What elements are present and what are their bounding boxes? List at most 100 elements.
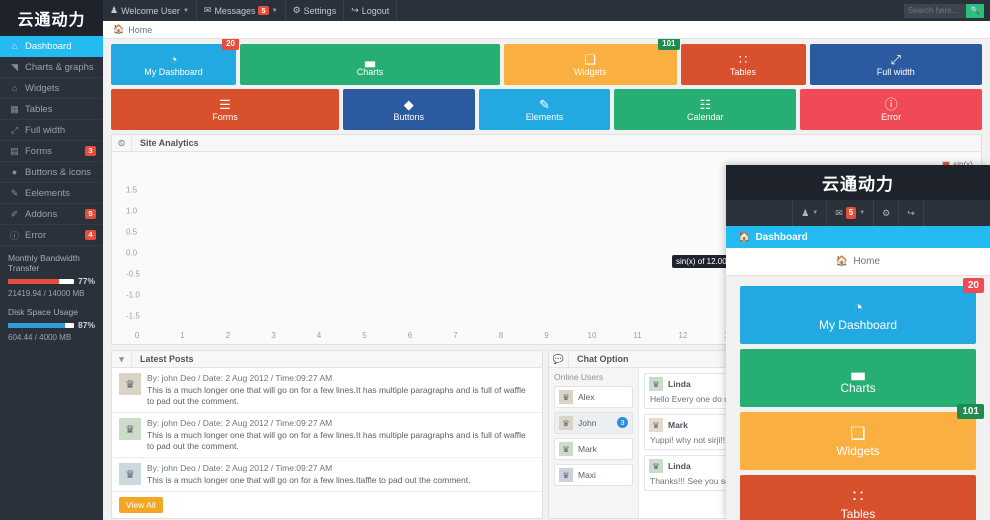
search-icon[interactable]: 🔍 xyxy=(966,4,984,18)
sidebar-item-forms[interactable]: ▤Forms3 xyxy=(0,141,103,162)
online-user-mark[interactable]: ♛Mark xyxy=(554,438,633,460)
sidebar-item-addons[interactable]: ✐Addons5 xyxy=(0,204,103,225)
chart-x-tick: 3 xyxy=(271,331,275,340)
chart-y-tick: -1.5 xyxy=(126,312,140,321)
topbar-item-settings[interactable]: ⚙Settings xyxy=(286,0,345,21)
overlay-tile-badge: 101 xyxy=(957,404,984,419)
overlay-topbar-envelope[interactable]: ✉5▼ xyxy=(827,200,874,226)
sidebar-item-label: Eelements xyxy=(25,188,70,199)
drop-icon: ◆ xyxy=(404,98,414,111)
overlay-topbar-gear[interactable]: ⚙ xyxy=(874,200,899,226)
overlay-tile-label: Tables xyxy=(841,507,876,520)
tiles-area: ◔My Dashboard20▃Charts❑Widgets101∷Tables… xyxy=(111,44,982,130)
sidebar-item-tables[interactable]: ▦Tables xyxy=(0,99,103,120)
tile-my-dashboard[interactable]: ◔My Dashboard20 xyxy=(111,44,236,85)
sidebar-item-badge: 4 xyxy=(85,230,96,240)
overlay-tile-tables[interactable]: ∷Tables xyxy=(740,475,976,520)
overlay-brand-logo: 云通动力 xyxy=(726,165,990,200)
sidebar-item-label: Forms xyxy=(25,146,52,157)
overlay-tiles: ◔My Dashboard20▃Charts❑Widgets101∷Tables xyxy=(726,276,990,520)
list-icon: ☰ xyxy=(219,98,231,111)
topbar-item-welcome-user[interactable]: ♟Welcome User▼ xyxy=(103,0,197,21)
overlay-tile-label: Charts xyxy=(840,381,875,395)
sidebar-item-label: Widgets xyxy=(25,83,59,94)
chart-x-tick: 2 xyxy=(226,331,230,340)
search-input[interactable] xyxy=(904,4,966,18)
tile-full-width[interactable]: ⤢Full width xyxy=(810,44,983,85)
tile-widgets[interactable]: ❑Widgets101 xyxy=(504,44,677,85)
mobile-preview-overlay: 云通动力 ♟▼✉5▼⚙↪ 🏠 Dashboard 🏠 Home ◔ My Dash… xyxy=(726,165,990,520)
tile-error[interactable]: ⓘError xyxy=(800,89,982,130)
bars-icon: ▃ xyxy=(365,53,375,66)
post-item: ♛By: john Deo / Date: 2 Aug 2012 / Time:… xyxy=(112,368,542,413)
chart-y-tick: -1.0 xyxy=(126,291,140,300)
topbar-item-logout[interactable]: ↪Logout xyxy=(344,0,397,21)
tile-label: My Dashboard xyxy=(144,67,203,77)
post-text: This is a much longer one that will go o… xyxy=(147,385,535,407)
home-icon: 🏠 xyxy=(836,256,848,267)
chevron-down-icon: ▼ xyxy=(183,8,189,14)
sidebar-item-charts-graphs[interactable]: ◥Charts & graphs xyxy=(0,57,103,78)
sidebar-item-label: Addons xyxy=(25,209,57,220)
sidebar-item-badge: 3 xyxy=(85,146,96,156)
overlay-breadcrumb-label: Home xyxy=(853,256,880,267)
latest-posts-panel: ▾ Latest Posts ♛By: john Deo / Date: 2 A… xyxy=(111,350,543,519)
overlay-tile-my-dashboard[interactable]: ◔My Dashboard20 xyxy=(740,286,976,344)
overlay-topbar-logout[interactable]: ↪ xyxy=(899,200,924,226)
chart-x-tick: 6 xyxy=(408,331,412,340)
tile-calendar[interactable]: ☷Calendar xyxy=(614,89,796,130)
usage-meter: Disk Space Usage87%604.44 / 4000 MB xyxy=(0,300,103,344)
tile-charts[interactable]: ▃Charts xyxy=(240,44,500,85)
usage-meter-title: Monthly Bandwidth Transfer xyxy=(8,253,95,273)
view-all-button[interactable]: View All xyxy=(119,497,163,513)
arrows-icon: ⤢ xyxy=(891,53,901,66)
online-user-alex[interactable]: ♛Alex xyxy=(554,386,633,408)
tile-buttons[interactable]: ◆Buttons xyxy=(343,89,475,130)
avatar: ♛ xyxy=(649,418,663,432)
tile-row: ☰Forms◆Buttons✎Elements☷CalendarⓘError xyxy=(111,89,982,130)
chevron-down-icon[interactable]: ▾ xyxy=(112,351,132,367)
file-icon: ✐ xyxy=(8,209,21,220)
overlay-dashboard-item[interactable]: 🏠 Dashboard xyxy=(726,226,990,248)
overlay-tile-label: Widgets xyxy=(836,444,879,458)
online-user-name: John xyxy=(578,418,596,428)
chart-icon: ⏲ xyxy=(112,135,132,151)
topbar-item-label: Welcome User xyxy=(121,6,180,16)
panel-title: Chat Option xyxy=(569,354,629,364)
tile-badge: 101 xyxy=(658,39,679,50)
sidebar-item-eelements[interactable]: ✎Eelements xyxy=(0,183,103,204)
tile-tables[interactable]: ∷Tables xyxy=(681,44,806,85)
envelope-icon: ✉ xyxy=(835,208,843,219)
online-user-john[interactable]: ♛John3 xyxy=(554,412,633,434)
expand-icon: ⤢ xyxy=(8,125,21,136)
chart-icon: ◥ xyxy=(8,62,21,73)
tile-elements[interactable]: ✎Elements xyxy=(479,89,611,130)
brand-logo: 云通动力 xyxy=(0,0,103,36)
home-icon: ⌂ xyxy=(8,41,21,51)
sidebar: 云通动力 ⌂Dashboard◥Charts & graphs⌂Widgets▦… xyxy=(0,0,103,520)
sidebar-item-error[interactable]: ⓘError4 xyxy=(0,225,103,246)
overlay-tile-charts[interactable]: ▃Charts xyxy=(740,349,976,407)
sidebar-item-full-width[interactable]: ⤢Full width xyxy=(0,120,103,141)
topbar-item-messages[interactable]: ✉Messages5▼ xyxy=(197,0,286,21)
sidebar-item-dashboard[interactable]: ⌂Dashboard xyxy=(0,36,103,57)
home-icon: 🏠 xyxy=(113,24,124,35)
overlay-tile-label: My Dashboard xyxy=(819,318,897,332)
chart-tooltip: sin(x) of 12.00 xyxy=(672,255,731,268)
cal-icon: ☷ xyxy=(699,98,711,111)
overlay-topbar-user[interactable]: ♟▼ xyxy=(792,200,827,226)
tile-forms[interactable]: ☰Forms xyxy=(111,89,339,130)
inbox-icon: ❑ xyxy=(584,53,596,66)
online-user-maxi[interactable]: ♛ Maxi xyxy=(554,464,633,486)
avatar: ♛ xyxy=(559,468,573,482)
online-user-name: Maxi xyxy=(578,470,596,480)
topbar-item-badge: 5 xyxy=(258,6,268,16)
pencil-icon: ✎ xyxy=(539,98,550,111)
chat-message-author: Linda xyxy=(668,379,691,389)
sidebar-item-label: Tables xyxy=(25,104,52,115)
sidebar-item-widgets[interactable]: ⌂Widgets xyxy=(0,78,103,99)
overlay-tile-widgets[interactable]: ❑Widgets101 xyxy=(740,412,976,470)
sidebar-item-buttons-icons[interactable]: ●Buttons & icons xyxy=(0,162,103,183)
usage-meter-row: 77% xyxy=(8,276,95,286)
dashboard-icon: ◔ xyxy=(853,299,863,316)
